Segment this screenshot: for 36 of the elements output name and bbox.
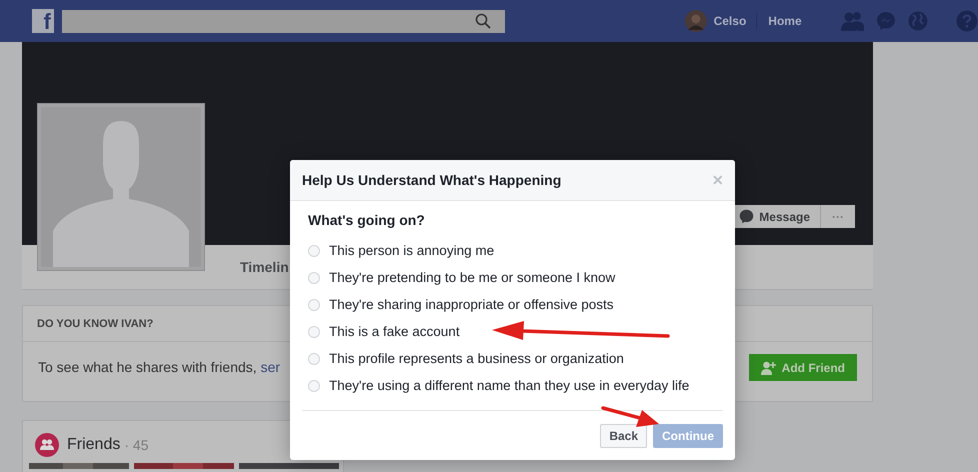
card-title: DO YOU KNOW IVAN? bbox=[37, 318, 154, 330]
question-label: What's going on? bbox=[308, 212, 426, 228]
card-text: To see what he shares with friends, ser bbox=[38, 358, 280, 374]
option-label[interactable]: They're sharing inappropriate or offensive posts bbox=[329, 297, 614, 312]
dialog-title: Help Us Understand What's Happening bbox=[302, 172, 562, 188]
friends-count: · 45 bbox=[124, 437, 148, 453]
add-person-icon bbox=[760, 360, 776, 374]
messenger-icon bbox=[739, 209, 754, 224]
radio-button[interactable] bbox=[308, 352, 320, 364]
option-label[interactable]: They're using a different name than they use in everyday life bbox=[329, 378, 690, 393]
radio-button[interactable] bbox=[308, 244, 320, 256]
globe-icon[interactable] bbox=[908, 11, 928, 31]
message-button[interactable]: Message bbox=[733, 205, 821, 228]
friends-icon[interactable] bbox=[840, 11, 864, 31]
radio-button[interactable] bbox=[308, 380, 320, 392]
messenger-icon[interactable] bbox=[876, 11, 896, 31]
option-label[interactable]: This person is annoying me bbox=[329, 243, 494, 258]
radio-button[interactable] bbox=[308, 272, 320, 284]
home-link[interactable]: Home bbox=[768, 14, 802, 28]
profile-link[interactable]: Celso bbox=[714, 14, 746, 28]
radio-button[interactable] bbox=[308, 326, 320, 338]
search-icon[interactable] bbox=[474, 13, 491, 29]
radio-button[interactable] bbox=[308, 298, 320, 310]
option-label[interactable]: This profile represents a business or organization bbox=[329, 351, 624, 366]
logo[interactable]: f bbox=[32, 9, 54, 33]
avatar[interactable] bbox=[684, 10, 707, 32]
friends-icon bbox=[35, 433, 59, 457]
search-field[interactable] bbox=[62, 10, 505, 32]
option-label[interactable]: This is a fake account bbox=[329, 324, 460, 339]
annotation-arrow bbox=[601, 406, 659, 427]
send-link[interactable]: ser bbox=[260, 358, 280, 374]
back-button[interactable]: Back bbox=[600, 424, 647, 448]
option-label[interactable]: They're pretending to be me or someone I know bbox=[329, 270, 616, 285]
help-icon[interactable] bbox=[956, 10, 978, 32]
timeline-tab[interactable]: Timelin bbox=[240, 259, 289, 275]
friends-title[interactable]: Friends bbox=[67, 436, 120, 454]
